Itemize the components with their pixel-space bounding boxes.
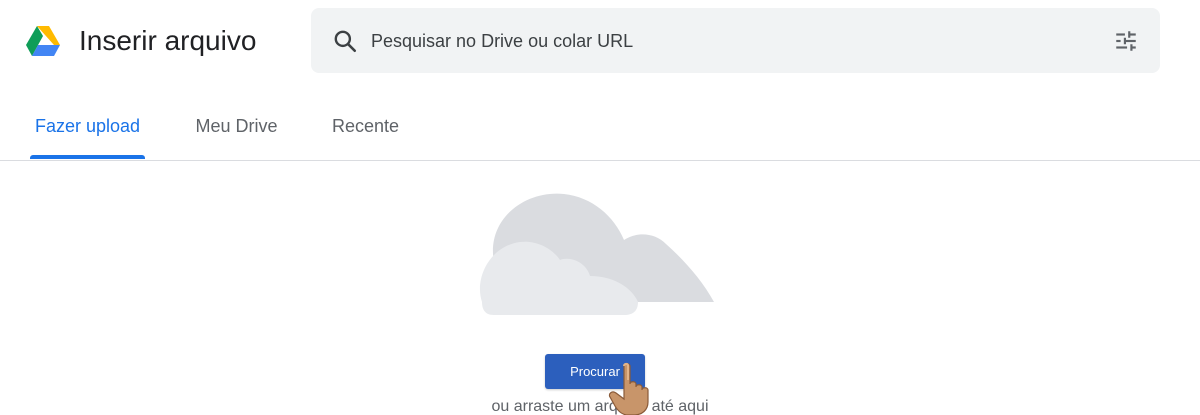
tab-upload[interactable]: Fazer upload — [30, 98, 145, 159]
dialog-title: Inserir arquivo — [79, 25, 257, 56]
drop-hint-text: ou arraste um arquivo até aqui — [491, 398, 709, 415]
search-icon[interactable] — [332, 28, 358, 54]
search-bar[interactable] — [311, 8, 1160, 73]
tab-my-drive-label: Meu Drive — [195, 116, 278, 136]
search-input[interactable] — [369, 25, 1071, 57]
browse-button[interactable]: Procurar — [545, 354, 645, 389]
cloud-icon — [479, 193, 714, 315]
tab-recent-label: Recente — [331, 116, 400, 136]
google-drive-logo-icon — [26, 26, 60, 56]
insert-file-dialog: Inserir arquivo Pesquisar no Drive ou co… — [0, 0, 1200, 415]
header: Inserir arquivo — [0, 0, 1200, 86]
tab-bar: Fazer upload Meu Drive Recente — [0, 98, 1200, 161]
tab-my-drive[interactable]: Meu Drive — [189, 98, 284, 159]
active-tab-indicator — [30, 155, 145, 159]
tune-icon[interactable] — [1113, 28, 1139, 54]
tab-recent[interactable]: Recente — [327, 98, 404, 159]
tab-upload-label: Fazer upload — [34, 116, 141, 136]
